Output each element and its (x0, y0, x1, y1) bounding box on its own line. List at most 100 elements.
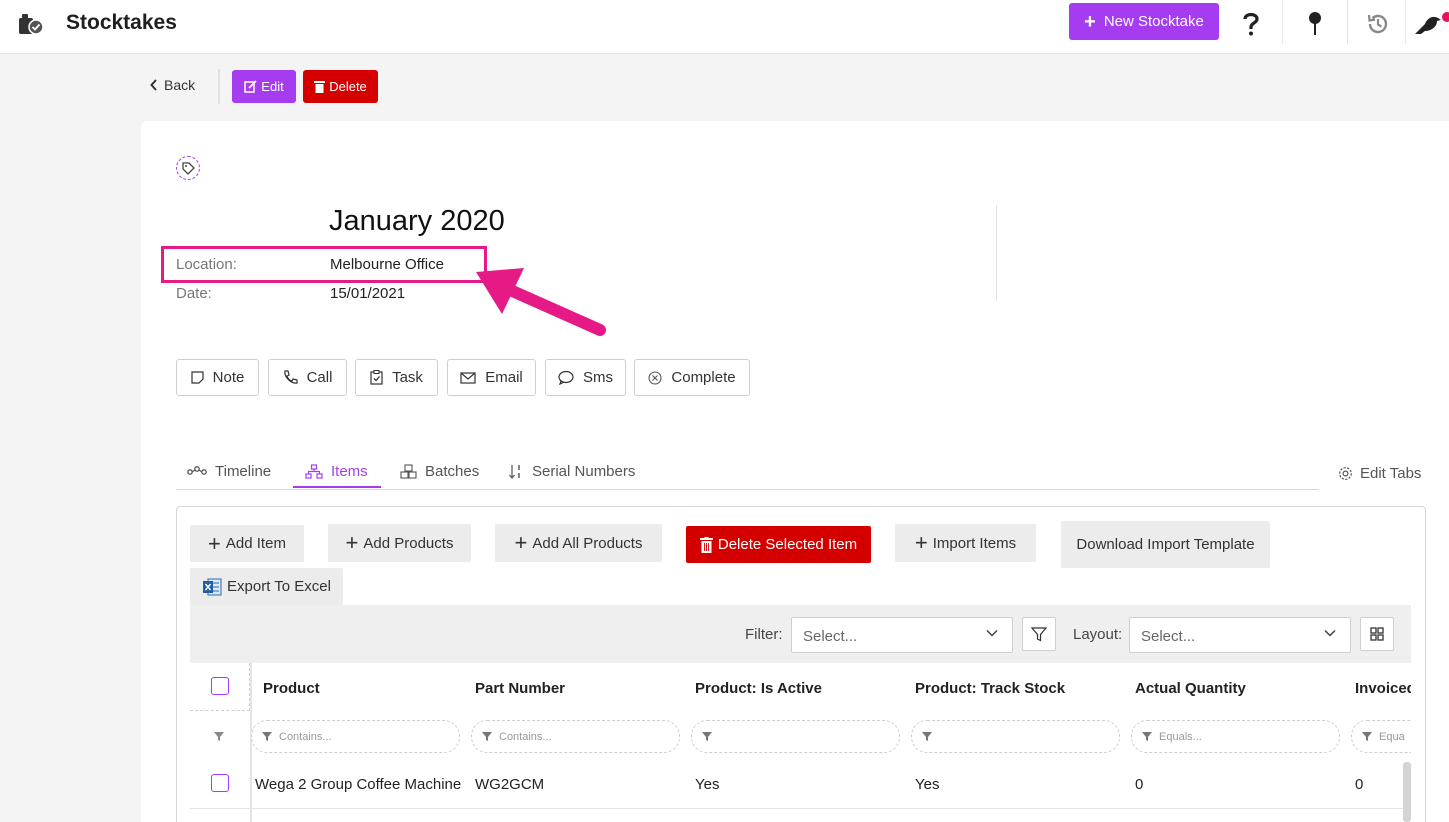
filter-track-stock-input[interactable] (911, 720, 1120, 753)
funnel-icon (482, 732, 492, 741)
email-button[interactable]: Email (447, 359, 536, 396)
tabs-baseline (176, 489, 1319, 490)
page-title: Stocktakes (66, 11, 177, 34)
trash-icon (314, 81, 326, 93)
new-stocktake-button[interactable]: + New Stocktake (1069, 3, 1219, 40)
user-menu-button[interactable] (1408, 6, 1448, 42)
cell-track-stock: Yes (915, 776, 940, 793)
help-icon (1243, 12, 1259, 36)
date-label: Date: (176, 285, 212, 302)
download-import-template-button[interactable]: Download Import Template (1061, 521, 1270, 568)
filter-product-input[interactable]: Contains... (251, 720, 460, 753)
filter-invoiced-placeholder: Equa (1379, 730, 1405, 743)
edit-tabs-label: Edit Tabs (1360, 465, 1422, 482)
top-bar-divider (1282, 0, 1283, 44)
funnel-icon (1362, 732, 1372, 741)
add-products-label: Add Products (363, 534, 454, 552)
filter-is-active-input[interactable] (691, 720, 900, 753)
history-button[interactable] (1358, 6, 1398, 42)
advanced-filter-button[interactable] (1022, 617, 1056, 651)
column-header-part-number[interactable]: Part Number (475, 680, 565, 697)
pin-button[interactable] (1295, 6, 1335, 42)
envelope-icon (460, 371, 476, 384)
cell-product[interactable]: Wega 2 Group Coffee Machine (255, 776, 461, 793)
edit-button[interactable]: Edit (232, 70, 296, 103)
column-header-actual-quantity[interactable]: Actual Quantity (1135, 680, 1246, 697)
complete-button[interactable]: Complete (634, 359, 750, 396)
chevron-down-icon (1324, 629, 1336, 637)
add-item-label: Add Item (225, 535, 286, 552)
tab-timeline-label: Timeline (215, 463, 272, 480)
delete-button[interactable]: Delete (303, 70, 378, 103)
tab-batches[interactable]: Batches (400, 463, 479, 480)
row-filter-icon (214, 732, 224, 741)
edit-tabs-button[interactable]: Edit Tabs (1338, 465, 1421, 482)
add-all-products-button[interactable]: + Add All Products (495, 524, 662, 562)
column-header-track-stock[interactable]: Product: Track Stock (915, 680, 1065, 697)
note-button[interactable]: Note (176, 359, 259, 396)
tab-items[interactable]: Items (305, 463, 368, 480)
add-tag-button[interactable] (176, 156, 200, 180)
layout-select-value: Select... (1141, 628, 1196, 645)
column-header-product[interactable]: Product (263, 680, 320, 697)
boxes-icon (400, 464, 417, 479)
add-all-products-label: Add All Products (532, 534, 643, 552)
grid-layout-icon (1370, 627, 1384, 641)
email-label: Email (485, 369, 523, 386)
export-to-excel-button[interactable]: Export To Excel (190, 568, 343, 605)
tag-icon (181, 161, 195, 175)
tab-serial-numbers[interactable]: Serial Numbers (508, 463, 635, 480)
sms-button[interactable]: Sms (545, 359, 626, 396)
tab-timeline[interactable]: Timeline (187, 463, 271, 480)
tab-serial-numbers-label: Serial Numbers (532, 463, 636, 480)
row-checkbox[interactable] (211, 774, 229, 792)
funnel-icon (922, 732, 932, 741)
column-header-invoiced[interactable]: Invoiced (1355, 680, 1411, 697)
filter-part-number-placeholder: Contains... (499, 730, 552, 743)
edit-label: Edit (261, 79, 284, 94)
complete-label: Complete (671, 369, 736, 386)
trash-icon (699, 536, 713, 553)
tab-batches-label: Batches (425, 463, 480, 480)
new-stocktake-label: New Stocktake (1103, 13, 1204, 30)
call-button[interactable]: Call (268, 359, 347, 396)
date-value: 15/01/2021 (330, 285, 406, 302)
filter-invoiced-input[interactable]: Equa (1351, 720, 1411, 753)
back-button[interactable]: Back (150, 77, 195, 93)
cell-part-number: WG2GCM (475, 776, 545, 793)
layout-options-button[interactable] (1360, 617, 1394, 651)
help-button[interactable] (1231, 6, 1271, 42)
notification-badge (1442, 12, 1449, 22)
import-items-button[interactable]: + Import Items (895, 524, 1036, 562)
task-button[interactable]: Task (355, 359, 438, 396)
filter-part-number-input[interactable]: Contains... (471, 720, 680, 753)
back-label: Back (164, 77, 196, 93)
pin-icon (1309, 12, 1321, 35)
column-header-is-active[interactable]: Product: Is Active (695, 680, 822, 697)
timeline-icon (187, 465, 207, 475)
layout-label: Layout: (1073, 626, 1123, 643)
record-title: January 2020 (329, 205, 505, 237)
sort-numeric-icon (509, 465, 520, 479)
filter-label: Filter: (745, 626, 783, 643)
select-all-checkbox[interactable] (211, 677, 229, 695)
layout-select[interactable]: Select... (1129, 617, 1351, 653)
plus-icon: + (1084, 10, 1096, 33)
filter-select[interactable]: Select... (791, 617, 1013, 653)
plus-icon: + (345, 530, 359, 555)
filter-actual-quantity-input[interactable]: Equals... (1131, 720, 1340, 753)
clipboard-check-icon (370, 370, 383, 385)
annotation-highlight-box (161, 246, 487, 283)
top-bar-divider (1347, 0, 1348, 44)
plus-icon: + (208, 530, 221, 556)
sms-label: Sms (583, 369, 613, 386)
funnel-icon (702, 732, 712, 741)
add-item-button[interactable]: + Add Item (190, 525, 304, 562)
funnel-icon (262, 732, 272, 741)
grid-scrollbar[interactable] (1403, 762, 1411, 822)
add-products-button[interactable]: + Add Products (328, 524, 471, 562)
history-icon (1367, 14, 1388, 34)
delete-selected-item-button[interactable]: Delete Selected Item (686, 526, 871, 563)
chevron-down-icon (986, 629, 998, 637)
bird-avatar-icon (1415, 16, 1441, 34)
